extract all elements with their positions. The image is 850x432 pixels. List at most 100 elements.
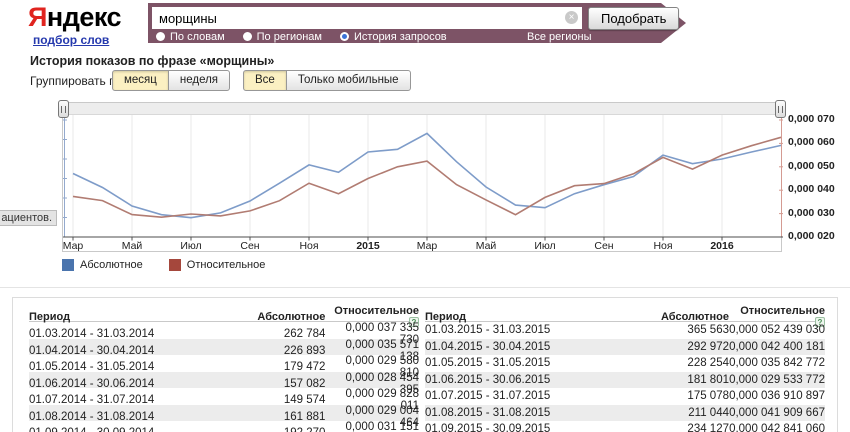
history-chart-panel: МарМайИюлСенНоя2015МарМайИюлСенНоя2016 <box>62 102 782 252</box>
relative-cell: 0,000 036 910 897 <box>729 390 825 402</box>
x-axis-label: 2015 <box>346 240 390 252</box>
absolute-cell: 157 082 <box>232 378 326 390</box>
absolute-cell: 175 078 <box>633 390 729 402</box>
absolute-cell: 179 472 <box>232 361 326 373</box>
logo-letter: Я <box>28 2 47 32</box>
period-cell: 01.05.2015 - 31.05.2015 <box>425 357 633 369</box>
relative-cell: 0,000 031 151 567 <box>325 421 419 432</box>
relative-cell: 0,000 042 841 060 <box>729 423 825 432</box>
table-row: 01.03.2015 - 31.03.2015365 5630,000 052 … <box>425 322 825 339</box>
table-row: 01.03.2014 - 31.03.2014262 7840,000 037 … <box>29 322 419 339</box>
x-axis-label: Ноя <box>287 240 331 252</box>
relative-cell: 0,000 041 909 667 <box>729 407 825 419</box>
absolute-cell: 149 574 <box>232 394 326 406</box>
relative-cell: 0,000 035 842 772 <box>729 357 825 369</box>
y-axis-label: 0,000 020 <box>788 230 850 242</box>
range-slider-handle-left[interactable] <box>58 100 69 118</box>
query-field-wrap: × <box>152 7 582 29</box>
period-cell: 01.06.2014 - 30.06.2014 <box>29 378 232 390</box>
y-axis-label: 0,000 040 <box>788 183 850 195</box>
device-filter-buttons: Все Только мобильные <box>243 70 411 91</box>
tab-by-regions[interactable]: По регионам <box>243 30 322 43</box>
absolute-cell: 262 784 <box>232 328 326 340</box>
period-cell: 01.08.2014 - 31.08.2014 <box>29 411 232 423</box>
right-axis-labels: 0,000 070 0,000 060 0,000 050 0,000 040 0,00… <box>788 102 850 252</box>
all-regions-link[interactable]: Все регионы <box>527 31 592 44</box>
x-axis-label: Июл <box>169 240 213 252</box>
group-by-buttons: месяц неделя <box>112 70 230 91</box>
range-slider-handle-right[interactable] <box>775 100 786 118</box>
period-cell: 01.09.2015 - 30.09.2015 <box>425 423 633 432</box>
period-cell: 01.05.2014 - 31.05.2014 <box>29 361 232 373</box>
yandex-logo[interactable]: Яндекс <box>28 2 121 33</box>
period-cell: 01.08.2015 - 31.08.2015 <box>425 407 633 419</box>
relative-cell: 0,000 052 439 030 <box>729 324 825 336</box>
submit-button[interactable]: Подобрать <box>588 7 679 30</box>
y-axis-label: 0,000 060 <box>788 136 850 148</box>
table-row: 01.08.2015 - 31.08.2015211 0440,000 041 … <box>425 405 825 422</box>
grip-icon <box>778 106 783 113</box>
x-axis-label: Ноя <box>641 240 685 252</box>
podbor-slov-link[interactable]: подбор слов <box>33 33 109 47</box>
table-header: Период Абсолютное Относительное? <box>425 305 825 322</box>
tab-by-words[interactable]: По словам <box>156 30 225 43</box>
device-mobile-button[interactable]: Только мобильные <box>286 70 411 91</box>
absolute-cell: 365 563 <box>633 324 729 336</box>
periods-table-right: Период Абсолютное Относительное? 01.03.2… <box>425 305 825 432</box>
period-cell: 01.09.2014 - 30.09.2014 <box>29 427 232 432</box>
absolute-cell: 228 254 <box>633 357 729 369</box>
y-axis-label: 0,000 030 <box>788 207 850 219</box>
absolute-cell: 181 801 <box>633 374 729 386</box>
table-row: 01.05.2014 - 31.05.2014179 4720,000 029 … <box>29 355 419 372</box>
absolute-cell: 211 044 <box>633 407 729 419</box>
x-axis-label: Мар <box>405 240 449 252</box>
search-input[interactable] <box>152 7 582 29</box>
left-axis-labels: 400 000350 000300 000250 000200 000150 0… <box>0 102 56 252</box>
table-row: 01.09.2015 - 30.09.2015234 1270,000 042 … <box>425 421 825 432</box>
period-cell: 01.04.2014 - 30.04.2014 <box>29 345 232 357</box>
wordstat-page: Яндекс подбор слов × Подобрать По словам… <box>0 0 850 432</box>
group-week-button[interactable]: неделя <box>168 70 230 91</box>
radio-icon <box>156 32 165 41</box>
radio-icon-selected <box>340 32 349 41</box>
x-axis-label: Май <box>464 240 508 252</box>
relative-cell: 0,000 029 533 772 <box>729 374 825 386</box>
device-all-button[interactable]: Все <box>243 70 287 91</box>
table-row: 01.07.2014 - 31.07.2014149 5740,000 029 … <box>29 388 419 405</box>
x-axis-label: Сен <box>582 240 626 252</box>
chart-legend: Абсолютное Относительное <box>62 259 265 271</box>
table-row: 01.08.2014 - 31.08.2014161 8810,000 029 … <box>29 405 419 422</box>
table-row: 01.04.2014 - 30.04.2014226 8930,000 035 … <box>29 339 419 356</box>
table-row: 01.05.2015 - 31.05.2015228 2540,000 035 … <box>425 355 825 372</box>
x-axis-label: Сен <box>228 240 272 252</box>
section-divider <box>0 287 850 288</box>
table-header: Период Абсолютное Относительное? <box>29 305 419 322</box>
absolute-cell: 234 127 <box>633 423 729 432</box>
table-row: 01.06.2015 - 30.06.2015181 8010,000 029 … <box>425 372 825 389</box>
period-cell: 01.06.2015 - 30.06.2015 <box>425 374 633 386</box>
y-axis-label: 0,000 050 <box>788 160 850 172</box>
relative-cell: 0,000 042 400 181 <box>729 341 825 353</box>
y-axis-label: 0,000 070 <box>788 113 850 125</box>
x-axis-label: 2016 <box>700 240 744 252</box>
search-mode-tabs: По словам По регионам История запросов <box>156 30 465 43</box>
absolute-cell: 292 972 <box>633 341 729 353</box>
radio-icon <box>243 32 252 41</box>
periods-table-panel: Период Абсолютное Относительное? 01.03.2… <box>12 297 838 432</box>
periods-table-left: Период Абсолютное Относительное? 01.03.2… <box>29 305 419 432</box>
x-axis-label: Июл <box>523 240 567 252</box>
period-cell: 01.03.2014 - 31.03.2014 <box>29 328 232 340</box>
absolute-cell: 226 893 <box>232 345 326 357</box>
period-cell: 01.04.2015 - 30.04.2015 <box>425 341 633 353</box>
legend-item-absolute: Абсолютное <box>62 259 143 271</box>
table-row: 01.06.2014 - 30.06.2014157 0820,000 028 … <box>29 372 419 389</box>
grip-icon <box>61 106 66 113</box>
tab-query-history[interactable]: История запросов <box>340 30 447 43</box>
group-month-button[interactable]: месяц <box>112 70 169 91</box>
x-axis-label: Мар <box>51 240 95 252</box>
absolute-cell: 161 881 <box>232 411 326 423</box>
clear-icon[interactable]: × <box>565 11 578 24</box>
relative-swatch-icon <box>169 259 181 271</box>
tooltip-fragment: ациентов. <box>0 210 57 226</box>
absolute-swatch-icon <box>62 259 74 271</box>
